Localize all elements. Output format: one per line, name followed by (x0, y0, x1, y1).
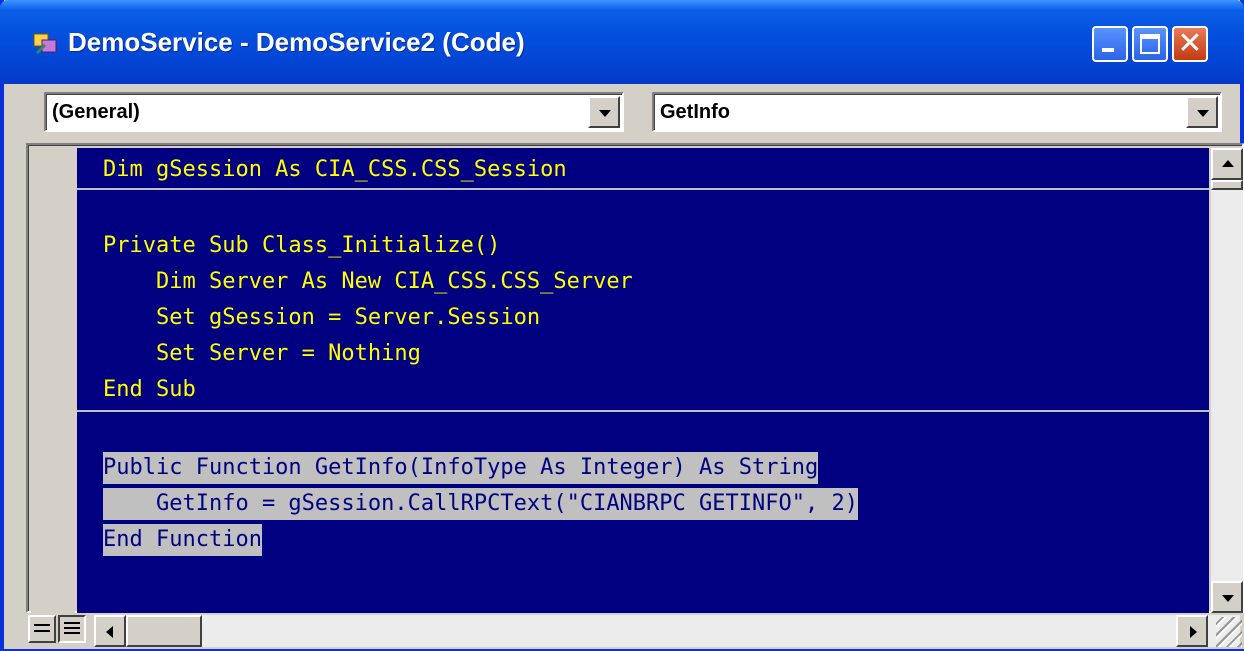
chevron-down-icon (1197, 110, 1209, 117)
scroll-left-button[interactable] (94, 615, 126, 647)
arrow-left-icon (106, 626, 113, 638)
arrow-up-icon (1222, 160, 1234, 167)
arrow-down-icon (1222, 595, 1234, 602)
minimize-button[interactable] (1092, 26, 1128, 62)
code-line-selected[interactable]: End Function (103, 524, 262, 556)
object-combo[interactable]: (General) (44, 92, 624, 132)
procedure-combo-value: GetInfo (660, 101, 730, 123)
arrow-right-icon (1190, 626, 1197, 638)
procedure-view-button[interactable] (28, 615, 56, 643)
vertical-scrollbar[interactable] (1211, 148, 1243, 613)
close-icon: ✕ (1177, 26, 1203, 61)
code-editor[interactable]: Dim gSession As CIA_CSS.CSS_Session Priv… (77, 148, 1209, 613)
code-line[interactable]: Private Sub Class_Initialize() (103, 230, 500, 262)
scroll-up-button[interactable] (1211, 148, 1243, 180)
vertical-scroll-thumb[interactable] (1211, 180, 1243, 190)
maximize-button[interactable] (1132, 26, 1168, 62)
maximize-icon (1140, 34, 1160, 54)
procedure-separator (77, 188, 1209, 190)
object-combo-value: (General) (52, 101, 140, 123)
code-line[interactable]: Set gSession = Server.Session (103, 302, 540, 334)
full-module-view-button[interactable] (58, 615, 86, 643)
procedure-separator (77, 410, 1209, 412)
margin-indicator-bar[interactable] (31, 148, 75, 613)
procedure-view-icon-line (34, 630, 50, 632)
minimize-icon (1102, 48, 1114, 52)
horizontal-scrollbar[interactable] (94, 615, 1240, 647)
code-line-selected[interactable]: Public Function GetInfo(InfoType As Inte… (103, 452, 819, 484)
code-line[interactable]: Dim Server As New CIA_CSS.CSS_Server (103, 266, 633, 298)
full-module-view-icon-line (64, 627, 80, 629)
code-window: DemoService - DemoService2 (Code) ✕ (Gen… (0, 0, 1244, 651)
scroll-right-button[interactable] (1176, 615, 1208, 647)
code-line[interactable]: Dim gSession As CIA_CSS.CSS_Session (103, 154, 567, 186)
bottom-bar (26, 613, 1244, 649)
close-button[interactable]: ✕ (1172, 26, 1208, 62)
resize-grip-icon[interactable] (1216, 617, 1242, 647)
vb-project-icon (33, 33, 57, 54)
vertical-scroll-track[interactable] (1211, 180, 1243, 581)
procedure-combo[interactable]: GetInfo (652, 92, 1222, 132)
code-line[interactable]: Set Server = Nothing (103, 338, 421, 370)
procedure-combo-dropdown-button[interactable] (1186, 96, 1218, 128)
scroll-down-button[interactable] (1211, 581, 1243, 613)
procedure-view-icon (34, 624, 50, 626)
code-pane: Dim gSession As CIA_CSS.CSS_Session Priv… (26, 143, 1244, 613)
object-combo-dropdown-button[interactable] (588, 96, 620, 128)
chevron-down-icon (599, 110, 611, 117)
code-line-selected[interactable]: GetInfo = gSession.CallRPCText("CIANBRPC… (103, 488, 858, 520)
full-module-view-icon-line (64, 632, 80, 634)
horizontal-scroll-thumb[interactable] (126, 615, 202, 647)
title-bar[interactable]: DemoService - DemoService2 (Code) ✕ (0, 0, 1244, 84)
window-title: DemoService - DemoService2 (Code) (68, 27, 525, 57)
code-line[interactable]: End Sub (103, 374, 196, 406)
full-module-view-icon (64, 622, 80, 624)
